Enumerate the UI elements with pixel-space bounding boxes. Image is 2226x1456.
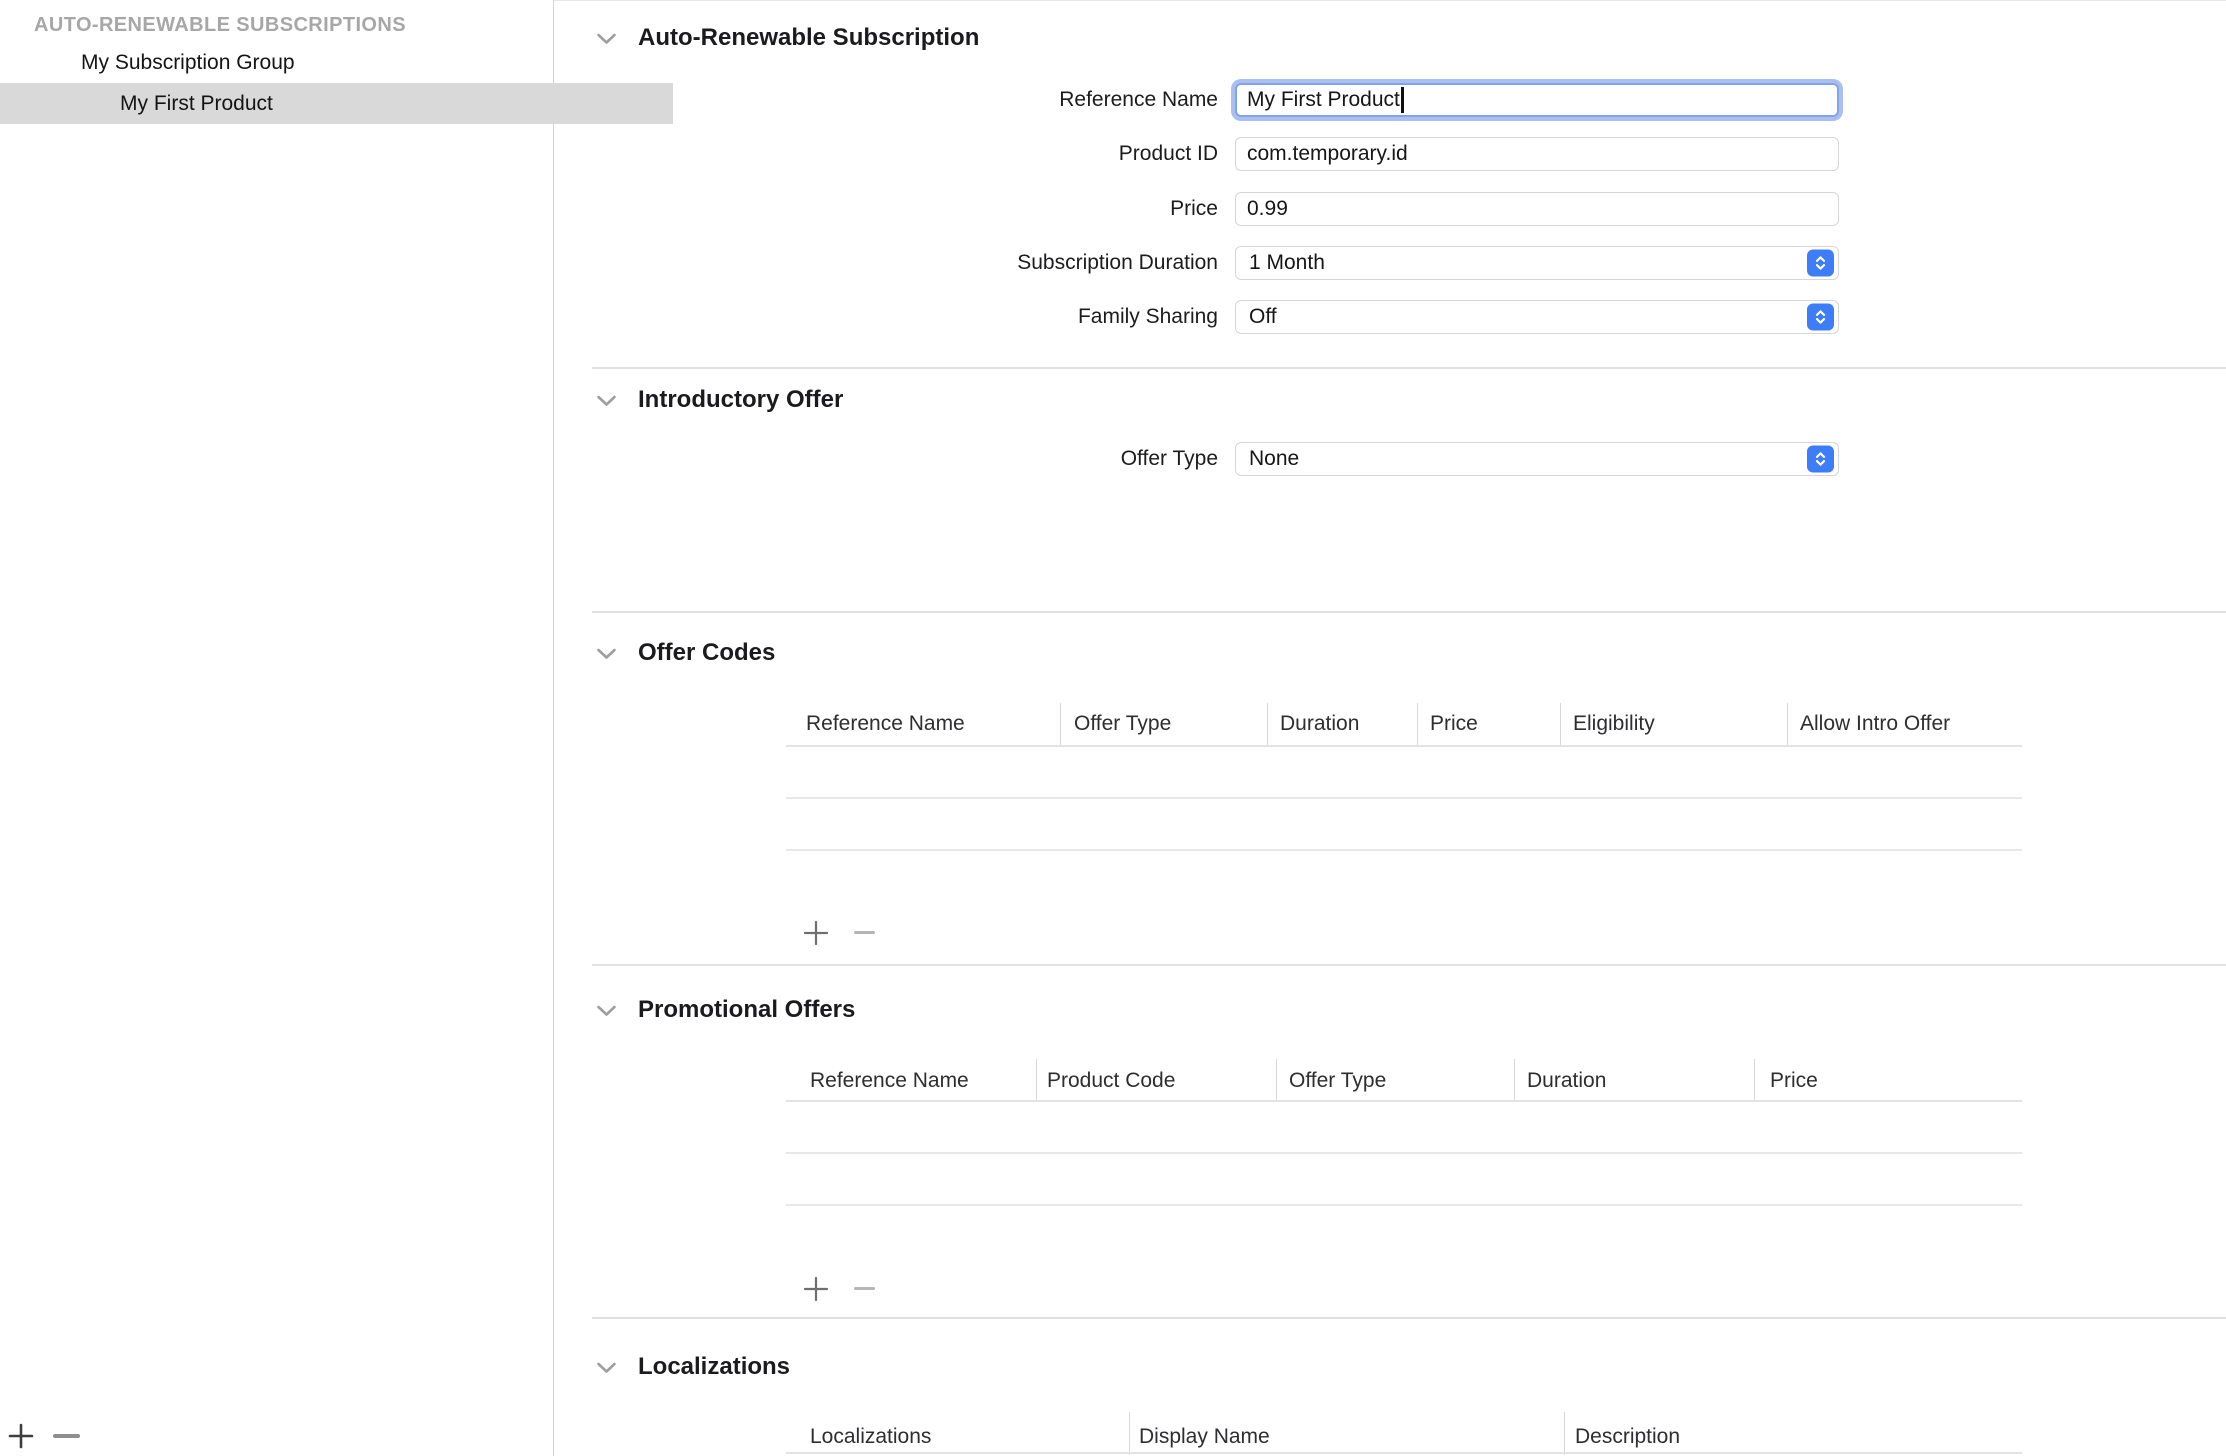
remove-product-button[interactable]: [53, 1434, 80, 1438]
column-divider: [1754, 1059, 1755, 1102]
sidebar-group-header: AUTO-RENEWABLE SUBSCRIPTIONS: [34, 14, 406, 37]
sidebar: AUTO-RENEWABLE SUBSCRIPTIONS My Subscrip…: [0, 0, 554, 1456]
column-header-offer-type: Offer Type: [1074, 709, 1171, 739]
reference-name-value: My First Product: [1247, 88, 1400, 112]
popup-stepper-icon: [1807, 446, 1834, 473]
column-header-eligibility: Eligibility: [1573, 709, 1655, 739]
table-header-underline: [786, 1100, 2022, 1102]
column-header-duration: Duration: [1527, 1066, 1606, 1096]
table-row-separator: [786, 1204, 2022, 1206]
table-row-separator: [786, 797, 2022, 799]
reference-name-field[interactable]: My First Product: [1235, 83, 1839, 117]
column-header-description: Description: [1575, 1422, 1680, 1452]
column-divider: [1564, 1412, 1565, 1455]
section-title-introductory-offer: Introductory Offer: [638, 386, 843, 414]
column-header-reference-name: Reference Name: [806, 709, 965, 739]
column-header-allow-intro-offer: Allow Intro Offer: [1800, 709, 1950, 739]
column-header-display-name: Display Name: [1139, 1422, 1270, 1452]
chevron-down-icon[interactable]: [596, 1361, 617, 1373]
section-divider: [592, 964, 2226, 966]
column-header-price: Price: [1430, 709, 1478, 739]
column-header-localizations: Localizations: [810, 1422, 931, 1452]
section-title-localizations: Localizations: [638, 1353, 790, 1381]
column-divider: [1417, 703, 1418, 746]
column-divider: [1787, 703, 1788, 746]
plus-icon: [803, 933, 829, 950]
sidebar-item-subscription-group[interactable]: My Subscription Group: [0, 42, 634, 83]
section-title-subscription: Auto-Renewable Subscription: [638, 24, 979, 52]
product-id-value: com.temporary.id: [1247, 142, 1408, 166]
product-id-field[interactable]: com.temporary.id: [1235, 137, 1839, 171]
column-header-duration: Duration: [1280, 709, 1359, 739]
price-value: 0.99: [1247, 197, 1288, 221]
price-label: Price: [700, 192, 1218, 226]
reference-name-label: Reference Name: [700, 83, 1218, 117]
offer-type-label: Offer Type: [700, 442, 1218, 476]
remove-promotional-offer-button[interactable]: [854, 1287, 875, 1290]
section-divider: [592, 611, 2226, 613]
column-divider: [1560, 703, 1561, 746]
table-row-separator: [786, 849, 2022, 851]
price-field[interactable]: 0.99: [1235, 192, 1839, 226]
chevron-down-icon[interactable]: [596, 1004, 617, 1016]
column-divider: [1267, 703, 1268, 746]
column-header-price: Price: [1770, 1066, 1818, 1096]
column-divider: [1129, 1412, 1130, 1455]
column-divider: [1514, 1059, 1515, 1102]
column-divider: [1036, 1059, 1037, 1102]
add-promotional-offer-button[interactable]: [803, 1276, 829, 1302]
column-divider: [1276, 1059, 1277, 1102]
subscription-duration-value: 1 Month: [1249, 251, 1325, 275]
popup-stepper-icon: [1807, 250, 1834, 277]
family-sharing-value: Off: [1249, 305, 1277, 329]
table-header-underline: [786, 1452, 2022, 1454]
sidebar-item-my-first-product[interactable]: My First Product: [0, 83, 673, 124]
column-header-offer-type: Offer Type: [1289, 1066, 1386, 1096]
section-title-offer-codes: Offer Codes: [638, 639, 775, 667]
product-id-label: Product ID: [700, 137, 1218, 171]
family-sharing-popup[interactable]: Off: [1235, 300, 1839, 334]
subscription-duration-popup[interactable]: 1 Month: [1235, 246, 1839, 280]
column-header-product-code: Product Code: [1047, 1066, 1175, 1096]
section-divider: [592, 1317, 2226, 1319]
offer-type-popup[interactable]: None: [1235, 442, 1839, 476]
section-divider: [592, 367, 2226, 369]
add-product-button[interactable]: [8, 1423, 34, 1449]
family-sharing-label: Family Sharing: [700, 300, 1218, 334]
table-row-separator: [786, 1152, 2022, 1154]
chevron-down-icon[interactable]: [596, 394, 617, 406]
storekit-configuration-window: AUTO-RENEWABLE SUBSCRIPTIONS My Subscrip…: [0, 0, 2226, 1456]
section-title-promotional-offers: Promotional Offers: [638, 996, 855, 1024]
remove-offer-code-button[interactable]: [854, 931, 875, 934]
chevron-down-icon[interactable]: [596, 647, 617, 659]
column-divider: [1060, 703, 1061, 746]
chevron-down-icon[interactable]: [596, 32, 617, 44]
plus-icon: [803, 1289, 829, 1306]
text-caret: [1401, 87, 1404, 113]
add-offer-code-button[interactable]: [803, 920, 829, 946]
subscription-duration-label: Subscription Duration: [700, 246, 1218, 280]
offer-type-value: None: [1249, 447, 1299, 471]
column-header-reference-name: Reference Name: [810, 1066, 969, 1096]
table-header-underline: [786, 745, 2022, 747]
plus-icon: [8, 1436, 34, 1453]
popup-stepper-icon: [1807, 304, 1834, 331]
